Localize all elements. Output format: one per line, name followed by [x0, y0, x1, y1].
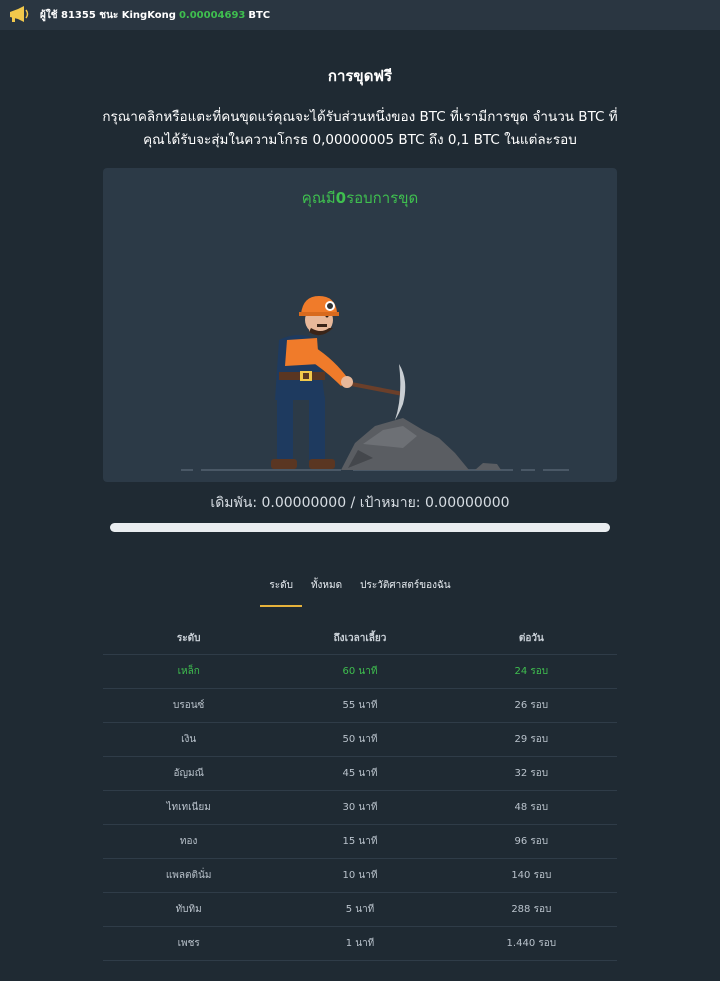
per-day-cell: 96 รอบ	[514, 836, 549, 847]
page-title: การขุดฟรี	[327, 67, 393, 85]
per-day-cell: 24 รอบ	[514, 666, 549, 677]
level-cell: บรอนซ์	[172, 700, 205, 711]
interval-cell: 50 นาที	[342, 734, 378, 745]
bet-target-line: เดิมพัน: 0.00000000 / เป้าหมาย: 0.000000…	[210, 495, 510, 511]
column-header-per-day: ต่อวัน	[518, 632, 544, 644]
per-day-cell: 1.440 รอบ	[506, 938, 557, 949]
page-description: กรุณาคลิกหรือแตะที่คนขุดแร่คุณจะได้รับส่…	[102, 109, 618, 148]
interval-cell: 30 นาที	[342, 802, 378, 813]
level-cell: อัญมณี	[173, 768, 204, 779]
tab-1[interactable]: ทั้งหมด	[302, 576, 351, 603]
megaphone-icon	[10, 6, 29, 22]
table-row: อัญมณี 45 นาที 32 รอบ	[103, 757, 617, 791]
rock-pile	[341, 418, 501, 470]
per-day-cell: 140 รอบ	[511, 870, 552, 881]
level-cell: เพชร	[177, 938, 200, 949]
level-cell: ทอง	[179, 836, 198, 847]
level-cell: แพลตตินั่ม	[165, 870, 212, 881]
tab-bar: ระดับ ทั้งหมด ประวัติศาสตร์ของฉัน	[0, 576, 720, 607]
interval-cell: 10 นาที	[342, 870, 378, 881]
interval-cell: 5 นาที	[345, 904, 375, 915]
miner-legs	[271, 394, 335, 469]
table-row: แพลตตินั่ม 10 นาที 140 รอบ	[103, 859, 617, 893]
level-cell: เงิน	[181, 734, 197, 745]
interval-cell: 15 นาที	[342, 836, 378, 847]
per-day-cell: 48 รอบ	[514, 802, 549, 813]
table-row: เพชร 1 นาที 1.440 รอบ	[103, 927, 617, 961]
level-cell: ทับทิม	[175, 904, 202, 915]
table-header-row: ระดับ ถึงเวลาเลี้ยว ต่อวัน	[103, 622, 617, 655]
column-header-interval: ถึงเวลาเลี้ยว	[333, 632, 387, 644]
column-header-level: ระดับ	[176, 632, 201, 644]
table-row: ทอง 15 นาที 96 รอบ	[103, 825, 617, 859]
miner-head	[299, 296, 339, 336]
table-row: ไทเทเนียม 30 นาที 48 รอบ	[103, 791, 617, 825]
per-day-cell: 288 รอบ	[511, 904, 552, 915]
per-day-cell: 29 รอบ	[514, 734, 549, 745]
miner-body	[275, 335, 325, 400]
table-row: เหล็ก 60 นาที 24 รอบ	[103, 655, 617, 689]
table-row: เงิน 50 นาที 29 รอบ	[103, 723, 617, 757]
winner-text: ผู้ใช้ 81355 ชนะ KingKong	[40, 9, 176, 21]
per-day-cell: 32 รอบ	[514, 768, 549, 779]
table-row: บรอนซ์ 55 นาที 26 รอบ	[103, 689, 617, 723]
levels-table: ระดับ ถึงเวลาเลี้ยว ต่อวัน เหล็ก 60 นาที 2…	[103, 622, 617, 961]
interval-cell: 45 นาที	[342, 768, 378, 779]
tab-2[interactable]: ประวัติศาสตร์ของฉัน	[351, 576, 460, 603]
table-row: ทับทิม 5 นาที 288 รอบ	[103, 893, 617, 927]
mining-stage[interactable]: คุณมี0รอบการขุด	[103, 168, 617, 482]
interval-cell: 1 นาที	[345, 938, 375, 949]
interval-cell: 55 นาที	[342, 700, 378, 711]
winner-currency: BTC	[248, 9, 271, 21]
top-bar: ผู้ใช้ 81355 ชนะ KingKong 0.00004693 BTC	[0, 0, 720, 30]
pickaxe	[339, 364, 406, 420]
per-day-cell: 26 รอบ	[514, 700, 549, 711]
level-cell: ไทเทเนียม	[166, 802, 211, 813]
level-cell: เหล็ก	[177, 666, 200, 677]
tab-0[interactable]: ระดับ	[260, 576, 302, 607]
mining-progress-bar	[110, 523, 610, 532]
miner-illustration[interactable]	[103, 168, 617, 482]
interval-cell: 60 นาที	[342, 666, 378, 677]
winner-amount: 0.00004693	[178, 9, 246, 21]
